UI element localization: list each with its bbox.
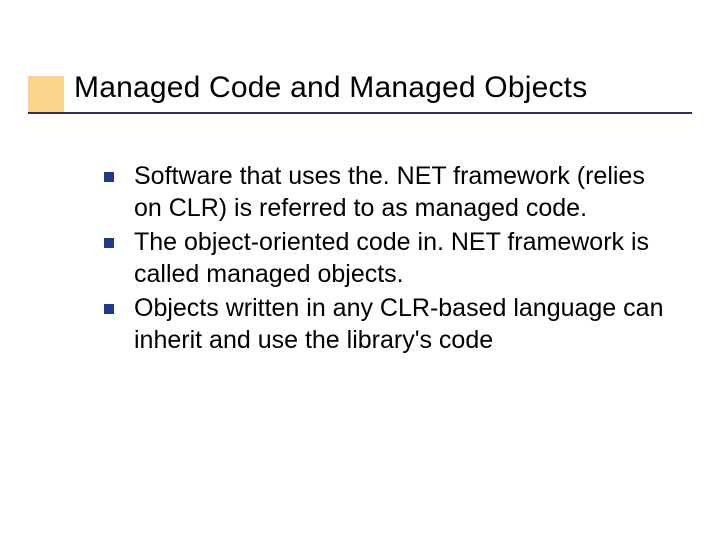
list-item: Objects written in any CLR-based languag…	[104, 292, 674, 356]
square-bullet-icon	[104, 238, 114, 248]
slide: Managed Code and Managed Objects Softwar…	[0, 0, 720, 540]
slide-title: Managed Code and Managed Objects	[74, 70, 694, 106]
square-bullet-icon	[104, 304, 114, 314]
square-bullet-icon	[104, 172, 114, 182]
bullet-text: The object-oriented code in. NET framewo…	[134, 226, 674, 290]
list-item: Software that uses the. NET framework (r…	[104, 160, 674, 224]
bullet-text: Software that uses the. NET framework (r…	[134, 160, 674, 224]
list-item: The object-oriented code in. NET framewo…	[104, 226, 674, 290]
slide-body: Software that uses the. NET framework (r…	[104, 160, 674, 358]
bullet-text: Objects written in any CLR-based languag…	[134, 292, 674, 356]
title-accent-block	[28, 76, 64, 112]
title-underline	[28, 112, 692, 114]
